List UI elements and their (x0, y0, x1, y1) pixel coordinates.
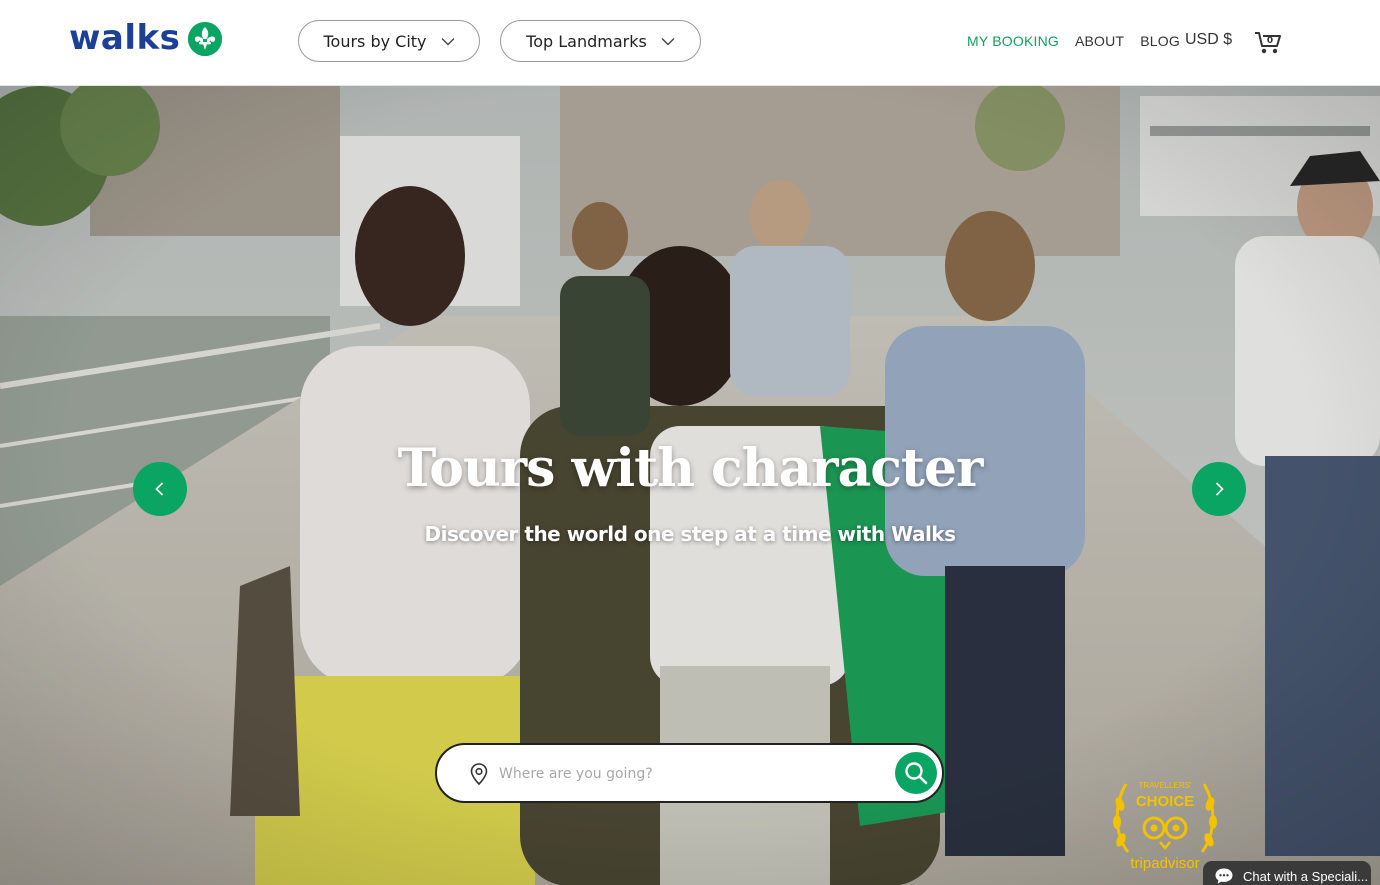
svg-text:0: 0 (1267, 36, 1273, 46)
carousel-prev-button[interactable] (133, 462, 187, 516)
badge-bottom-text: tripadvisor (1130, 855, 1199, 872)
chat-with-specialist-button[interactable]: Chat with a Speciali... (1203, 861, 1371, 885)
map-pin-icon (469, 762, 489, 786)
search-submit-button[interactable] (895, 752, 937, 794)
chat-bubble-icon (1215, 868, 1233, 884)
chevron-down-icon (441, 37, 455, 46)
site-header: walks Tours by City Top Landmarks MY BOO… (0, 0, 1380, 86)
top-landmarks-label: Top Landmarks (526, 31, 647, 51)
badge-top-text: TRAVELLERS' (1139, 781, 1192, 790)
walks-logo[interactable]: walks (69, 18, 223, 58)
chat-label: Chat with a Speciali... (1243, 868, 1369, 884)
carousel-next-button[interactable] (1192, 462, 1246, 516)
chevron-down-icon (661, 37, 675, 46)
my-booking-link[interactable]: MY BOOKING (967, 33, 1059, 49)
fleur-de-lis-icon (188, 22, 223, 56)
hero-title: Tours with character (397, 438, 984, 499)
search-icon (905, 762, 928, 785)
currency-selector[interactable]: USD $ (1185, 31, 1232, 49)
logo-wordmark: walks (69, 18, 181, 58)
destination-search-box (435, 743, 944, 803)
top-nav-links: MY BOOKING ABOUT BLOG (967, 33, 1196, 49)
tours-by-city-dropdown[interactable]: Tours by City (298, 20, 480, 62)
badge-middle-text: CHOICE (1136, 793, 1194, 810)
blog-link[interactable]: BLOG (1140, 33, 1180, 49)
about-link[interactable]: ABOUT (1075, 33, 1124, 49)
chevron-left-icon (155, 482, 164, 496)
destination-search-input[interactable] (499, 759, 879, 789)
shopping-cart-icon[interactable]: 0 (1253, 28, 1283, 56)
hero-section: Tours with character Discover the world … (0, 86, 1380, 885)
hero-subtitle: Discover the world one step at a time wi… (424, 522, 957, 546)
tours-by-city-label: Tours by City (323, 31, 427, 51)
chevron-right-icon (1215, 482, 1224, 496)
top-landmarks-dropdown[interactable]: Top Landmarks (500, 20, 701, 62)
